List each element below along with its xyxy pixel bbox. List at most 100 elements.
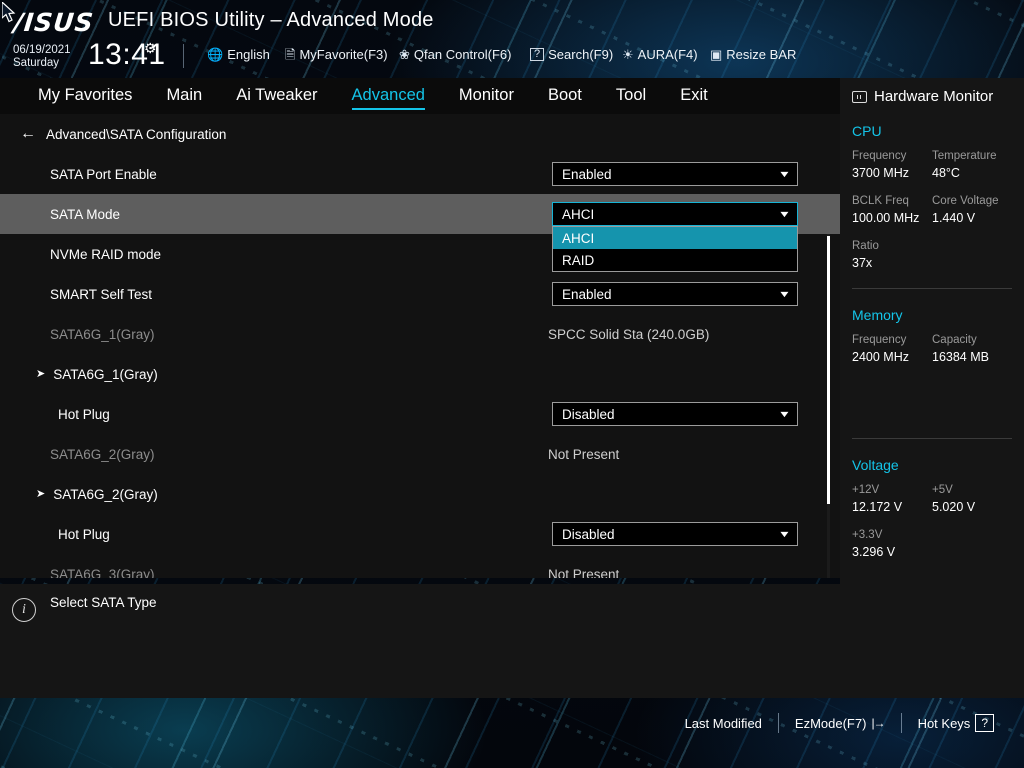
toolbar-item-search[interactable]: ? Search(F9) xyxy=(530,47,613,62)
hardware-memory-row-1: Frequency 2400 MHz Capacity 16384 MB xyxy=(852,333,1012,366)
stat-value: 37x xyxy=(852,254,934,272)
tab-main[interactable]: Main xyxy=(166,86,202,107)
search-icon: ? xyxy=(530,48,544,61)
stat-key: Frequency xyxy=(852,333,932,348)
stat-value: 100.00 MHz xyxy=(852,209,932,227)
stat-value: 3700 MHz xyxy=(852,164,932,182)
weekday-value: Saturday xyxy=(13,57,71,70)
setting-row-hot-plug-2[interactable]: Hot Plug Disabled ▼ xyxy=(0,514,840,554)
chevron-down-icon: ▼ xyxy=(778,169,791,179)
toolbar-label-aura: AURA(F4) xyxy=(638,47,698,62)
tab-monitor[interactable]: Monitor xyxy=(459,86,514,107)
dropdown-option-raid[interactable]: RAID xyxy=(553,249,797,271)
resize-bar-icon: ▣ xyxy=(710,48,722,61)
date-value: 06/19/2021 xyxy=(13,44,71,57)
hardware-voltage-row-2: +3.3V 3.296 V xyxy=(852,528,1012,561)
page-title: UEFI BIOS Utility – Advanced Mode xyxy=(108,9,434,32)
hotkeys-label: Hot Keys xyxy=(918,716,971,731)
combo-sata-mode[interactable]: AHCI ▼ xyxy=(552,202,798,226)
header: /ISUS UEFI BIOS Utility – Advanced Mode … xyxy=(0,0,1024,82)
header-divider xyxy=(183,44,184,68)
combo-value-sata-mode: AHCI xyxy=(562,207,594,222)
monitor-icon xyxy=(852,91,867,103)
footer-actions: Last Modified EzMode(F7) |→ Hot Keys ? xyxy=(669,713,1010,733)
info-icon: i xyxy=(12,598,36,622)
chevron-down-icon: ▼ xyxy=(778,209,791,219)
stat-value: 2400 MHz xyxy=(852,348,932,366)
hardware-stat-12v: +12V 12.172 V xyxy=(852,483,932,516)
tab-my-favorites[interactable]: My Favorites xyxy=(38,86,132,107)
combo-hot-plug-1[interactable]: Disabled ▼ xyxy=(552,402,798,426)
combo-sata-port-enable[interactable]: Enabled ▼ xyxy=(552,162,798,186)
hardware-section-voltage: Voltage +12V 12.172 V +5V 5.020 V +3.3V … xyxy=(840,457,1024,561)
date-display: 06/19/2021 Saturday xyxy=(13,44,71,70)
tab-tool[interactable]: Tool xyxy=(616,86,646,107)
hardware-voltage-row-1: +12V 12.172 V +5V 5.020 V xyxy=(852,483,1012,516)
arrow-right-icon: ➤ xyxy=(36,489,45,500)
setting-label-smart-self-test: SMART Self Test xyxy=(0,287,152,302)
combo-smart-self-test[interactable]: Enabled ▼ xyxy=(552,282,798,306)
dropdown-option-ahci[interactable]: AHCI xyxy=(553,227,797,249)
stat-value: 16384 MB xyxy=(932,348,1012,366)
toolbar-label-resize-bar: Resize BAR xyxy=(726,47,796,62)
gear-icon[interactable]: ⚙ xyxy=(144,40,157,57)
hotkeys-button[interactable]: Hot Keys ? xyxy=(902,714,1010,732)
stat-value: 5.020 V xyxy=(932,498,1012,516)
setting-row-sata6g-1-submenu[interactable]: ➤ SATA6G_1(Gray) xyxy=(0,354,840,394)
stat-key: +12V xyxy=(852,483,932,498)
setting-value-sata6g-3-device: Not Present xyxy=(548,567,619,579)
stat-value: 12.172 V xyxy=(852,498,932,516)
toolbar-item-resize-bar[interactable]: ▣ Resize BAR xyxy=(710,47,796,62)
footer: Last Modified EzMode(F7) |→ Hot Keys ? V… xyxy=(0,700,1024,768)
combo-hot-plug-2[interactable]: Disabled ▼ xyxy=(552,522,798,546)
setting-row-sata6g-2-submenu[interactable]: ➤ SATA6G_2(Gray) xyxy=(0,474,840,514)
hardware-section-memory-title: Memory xyxy=(852,307,1012,323)
settings-panel: ← Advanced\SATA Configuration SATA Port … xyxy=(0,114,840,578)
settings-list: SATA Port Enable Enabled ▼ SATA Mode AHC… xyxy=(0,154,840,578)
tab-ai-tweaker[interactable]: Ai Tweaker xyxy=(236,86,317,107)
stat-key: Frequency xyxy=(852,149,932,164)
submenu-text: SATA6G_2(Gray) xyxy=(53,487,158,502)
setting-row-sata6g-2-info: SATA6G_2(Gray) Not Present xyxy=(0,434,840,474)
help-text: Select SATA Type xyxy=(50,595,157,610)
ezmode-button[interactable]: EzMode(F7) |→ xyxy=(779,716,901,731)
last-modified-button[interactable]: Last Modified xyxy=(669,716,778,731)
tab-exit[interactable]: Exit xyxy=(680,86,708,107)
setting-row-sata6g-3-info: SATA6G_3(Gray) Not Present xyxy=(0,554,840,578)
breadcrumb-path: Advanced\SATA Configuration xyxy=(46,127,226,142)
hardware-cpu-row-1: Frequency 3700 MHz Temperature 48°C xyxy=(852,149,1012,182)
setting-row-sata6g-1-info: SATA6G_1(Gray) SPCC Solid Sta (240.0GB) xyxy=(0,314,840,354)
stat-key: Temperature xyxy=(932,149,1012,164)
toolbar-item-qfan[interactable]: ❀ Qfan Control(F6) xyxy=(399,47,511,62)
toolbar-item-aura[interactable]: ☀ AURA(F4) xyxy=(622,47,698,62)
back-arrow-icon[interactable]: ← xyxy=(20,126,36,142)
setting-row-smart-self-test[interactable]: SMART Self Test Enabled ▼ xyxy=(0,274,840,314)
hardware-stat-frequency: Frequency 3700 MHz xyxy=(852,149,932,182)
tab-advanced[interactable]: Advanced xyxy=(352,86,425,107)
hardware-stat-33v: +3.3V 3.296 V xyxy=(852,528,934,561)
hardware-monitor-title: Hardware Monitor xyxy=(840,78,1024,105)
aura-icon: ☀ xyxy=(622,48,634,61)
scrollbar-thumb[interactable] xyxy=(827,236,830,504)
help-panel: i Select SATA Type xyxy=(0,584,840,698)
toolbar-item-language[interactable]: 🌐 English xyxy=(207,47,270,62)
stat-value: 48°C xyxy=(932,164,1012,182)
hardware-stat-temperature: Temperature 48°C xyxy=(932,149,1012,182)
setting-value-sata6g-2-device: Not Present xyxy=(548,447,619,462)
stat-key: Ratio xyxy=(852,239,934,254)
combo-value-hot-plug-2: Disabled xyxy=(562,527,615,542)
tab-boot[interactable]: Boot xyxy=(548,86,582,107)
toolbar-item-myfavorite[interactable]: 🗎 MyFavorite(F3) xyxy=(285,47,388,62)
submenu-text: SATA6G_1(Gray) xyxy=(53,367,158,382)
arrow-right-icon: ➤ xyxy=(36,369,45,380)
globe-icon: 🌐 xyxy=(207,48,223,61)
dropdown-sata-mode[interactable]: AHCI RAID xyxy=(552,226,798,272)
setting-row-sata-port-enable[interactable]: SATA Port Enable Enabled ▼ xyxy=(0,154,840,194)
setting-row-hot-plug-1[interactable]: Hot Plug Disabled ▼ xyxy=(0,394,840,434)
hardware-section-cpu: CPU Frequency 3700 MHz Temperature 48°C … xyxy=(840,123,1024,289)
toolbar-label-language: English xyxy=(227,47,270,62)
stat-key: BCLK Freq xyxy=(852,194,932,209)
stat-key: +5V xyxy=(932,483,1012,498)
setting-label-sata6g-1-info: SATA6G_1(Gray) xyxy=(0,327,155,342)
hardware-monitor-title-text: Hardware Monitor xyxy=(874,88,993,105)
